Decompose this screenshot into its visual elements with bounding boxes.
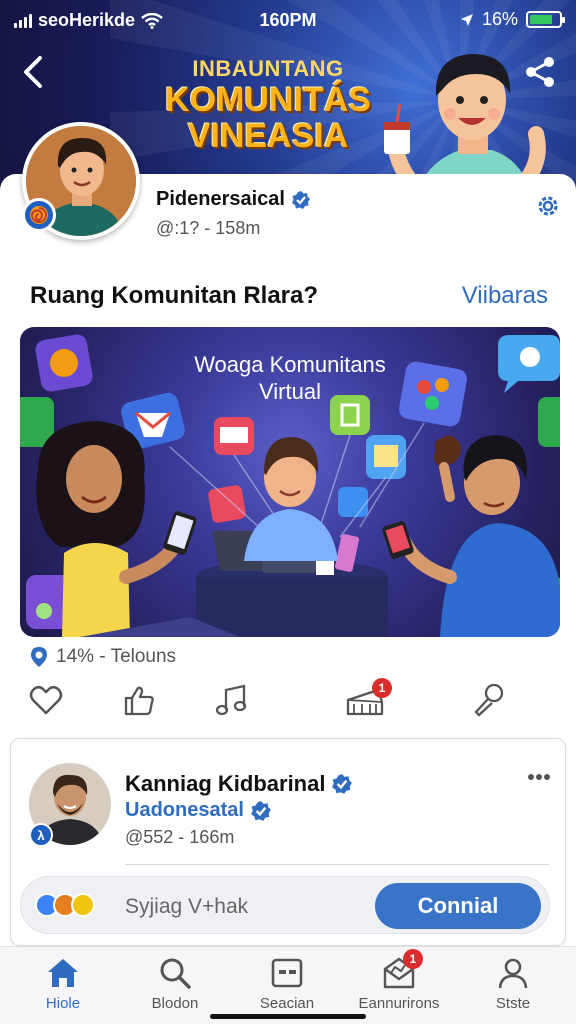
search-icon xyxy=(157,955,193,991)
profile-handle: @:1? - 158m xyxy=(156,218,261,238)
connect-button[interactable]: Connial xyxy=(375,883,541,929)
engagement-text: 14% - Telouns xyxy=(56,646,177,667)
hero-image[interactable]: Woaga Komunitans Virtual xyxy=(20,327,560,637)
notification-badge: 1 xyxy=(372,678,392,698)
home-icon xyxy=(45,955,81,991)
profile-badge xyxy=(22,198,56,232)
more-options-button[interactable] xyxy=(527,769,551,781)
heart-icon xyxy=(29,686,63,715)
section-title: Ruang Komunitan Rlara? xyxy=(30,282,319,309)
post-handle: @552 - 166m xyxy=(125,827,235,847)
banner-title-line1: INBAUNTANG xyxy=(192,56,344,81)
participant-avatars xyxy=(35,893,95,917)
chevron-left-icon xyxy=(24,56,42,88)
profile-icon xyxy=(495,955,531,991)
divider xyxy=(125,864,549,865)
comment-composer[interactable]: Syjiag V+hak Connial xyxy=(20,876,550,934)
post-author-name: Kanniag Kidbarinal xyxy=(125,771,326,796)
profile-name: Pidenersaical xyxy=(156,188,285,210)
nav-label: Blodon xyxy=(151,995,199,1012)
post-action-bar: 1 xyxy=(0,676,576,724)
nav-item-notifications[interactable]: 1 Eannurirons xyxy=(349,949,449,1017)
nav-notification-badge: 1 xyxy=(403,949,423,969)
notifications-icon: 1 xyxy=(381,949,423,991)
gift-button[interactable]: 1 xyxy=(344,678,392,722)
like-button[interactable] xyxy=(28,682,68,722)
messages-icon xyxy=(269,955,305,991)
post-subtitle: Uadonesatal xyxy=(125,799,244,821)
status-right: 16% xyxy=(460,9,565,30)
nav-label: Eannurirons xyxy=(358,995,440,1012)
verified-icon xyxy=(251,800,271,821)
thumbs-up-icon xyxy=(124,686,154,716)
settings-button[interactable] xyxy=(534,192,562,220)
banner-title-line2: KOMUNITÁS xyxy=(165,81,371,119)
battery-level xyxy=(530,15,553,24)
microphone-icon xyxy=(474,683,504,717)
post-subtitle-row: Uadonesatal xyxy=(125,799,272,822)
music-button[interactable] xyxy=(214,682,254,722)
bottom-nav: Hiole Blodon Seacian 1 Eannurirons Stste xyxy=(0,946,576,1024)
more-horizontal-icon xyxy=(528,774,550,780)
music-note-icon xyxy=(215,684,247,716)
nav-item-profile[interactable]: Stste xyxy=(463,955,563,1017)
mic-button[interactable] xyxy=(470,682,510,722)
nav-item-messages[interactable]: Seacian xyxy=(237,955,337,1017)
nav-label: Seacian xyxy=(259,995,315,1012)
nav-item-home[interactable]: Hiole xyxy=(13,955,113,1017)
view-all-link[interactable]: Viibaras xyxy=(462,282,548,310)
nav-label: Hiole xyxy=(45,995,81,1012)
location-pin-icon xyxy=(31,647,47,667)
composer-input[interactable]: Syjiag V+hak xyxy=(125,895,248,919)
gear-icon xyxy=(538,196,558,216)
location-arrow-icon xyxy=(460,13,473,26)
banner-title-line3: VINEASIA xyxy=(187,117,349,155)
spiral-logo-icon xyxy=(30,206,48,224)
battery-icon xyxy=(526,11,565,28)
thumbs-up-button[interactable] xyxy=(120,682,160,722)
nav-item-search[interactable]: Blodon xyxy=(125,955,225,1017)
participant-avatar xyxy=(71,893,95,917)
back-button[interactable] xyxy=(20,54,54,94)
engagement-row: 14% - Telouns xyxy=(30,646,176,668)
verified-icon xyxy=(332,774,353,794)
hero-illustration xyxy=(20,334,560,637)
status-bar: seoHerikde 160PM 16% xyxy=(0,0,576,40)
post-avatar-badge: λ xyxy=(29,823,53,847)
home-indicator xyxy=(210,1014,366,1019)
battery-percent: 16% xyxy=(481,9,518,29)
profile-name-row: Pidenersaical xyxy=(156,188,311,211)
nav-label: Stste xyxy=(495,995,531,1012)
post-name-row: Kanniag Kidbarinal xyxy=(125,771,353,797)
verified-icon xyxy=(291,190,310,209)
banner-title: INBAUNTANG KOMUNITÁS VINEASIA xyxy=(128,56,408,154)
